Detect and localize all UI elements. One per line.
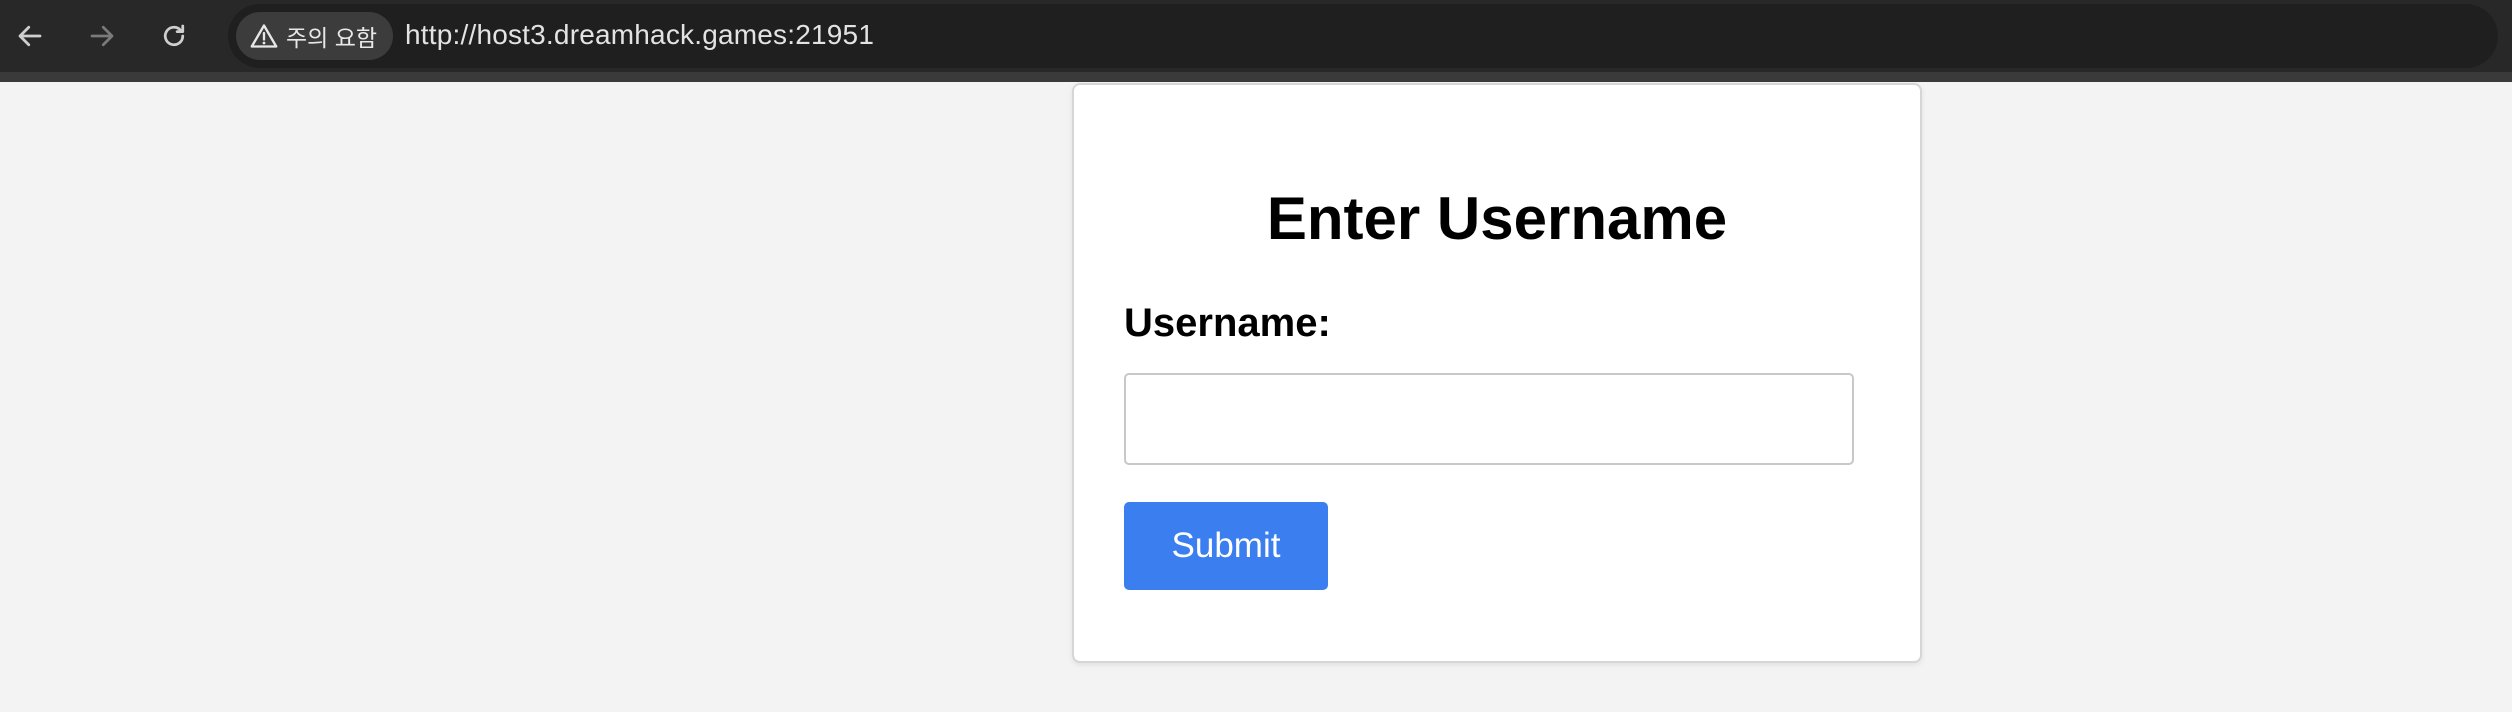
username-form-card: Enter Username Username: Submit [1072,83,1922,663]
url-text[interactable]: http://host3.dreamhack.games:21951 [405,18,874,52]
reload-icon [163,24,185,47]
username-label: Username: [1124,301,1331,345]
submit-button[interactable]: Submit [1124,502,1328,590]
browser-toolbar: 주의 요함 http://host3.dreamhack.games:21951 [0,0,2512,82]
forward-button[interactable] [82,16,122,56]
warning-triangle-icon [250,24,278,48]
security-indicator[interactable]: 주의 요함 [236,12,394,60]
back-button[interactable] [10,16,50,56]
arrow-left-icon [18,25,42,47]
reload-button[interactable] [154,16,194,56]
arrow-right-icon [90,25,114,47]
page-title: Enter Username [1266,185,1728,252]
username-input[interactable] [1124,373,1854,465]
security-label: 주의 요함 [286,25,378,51]
